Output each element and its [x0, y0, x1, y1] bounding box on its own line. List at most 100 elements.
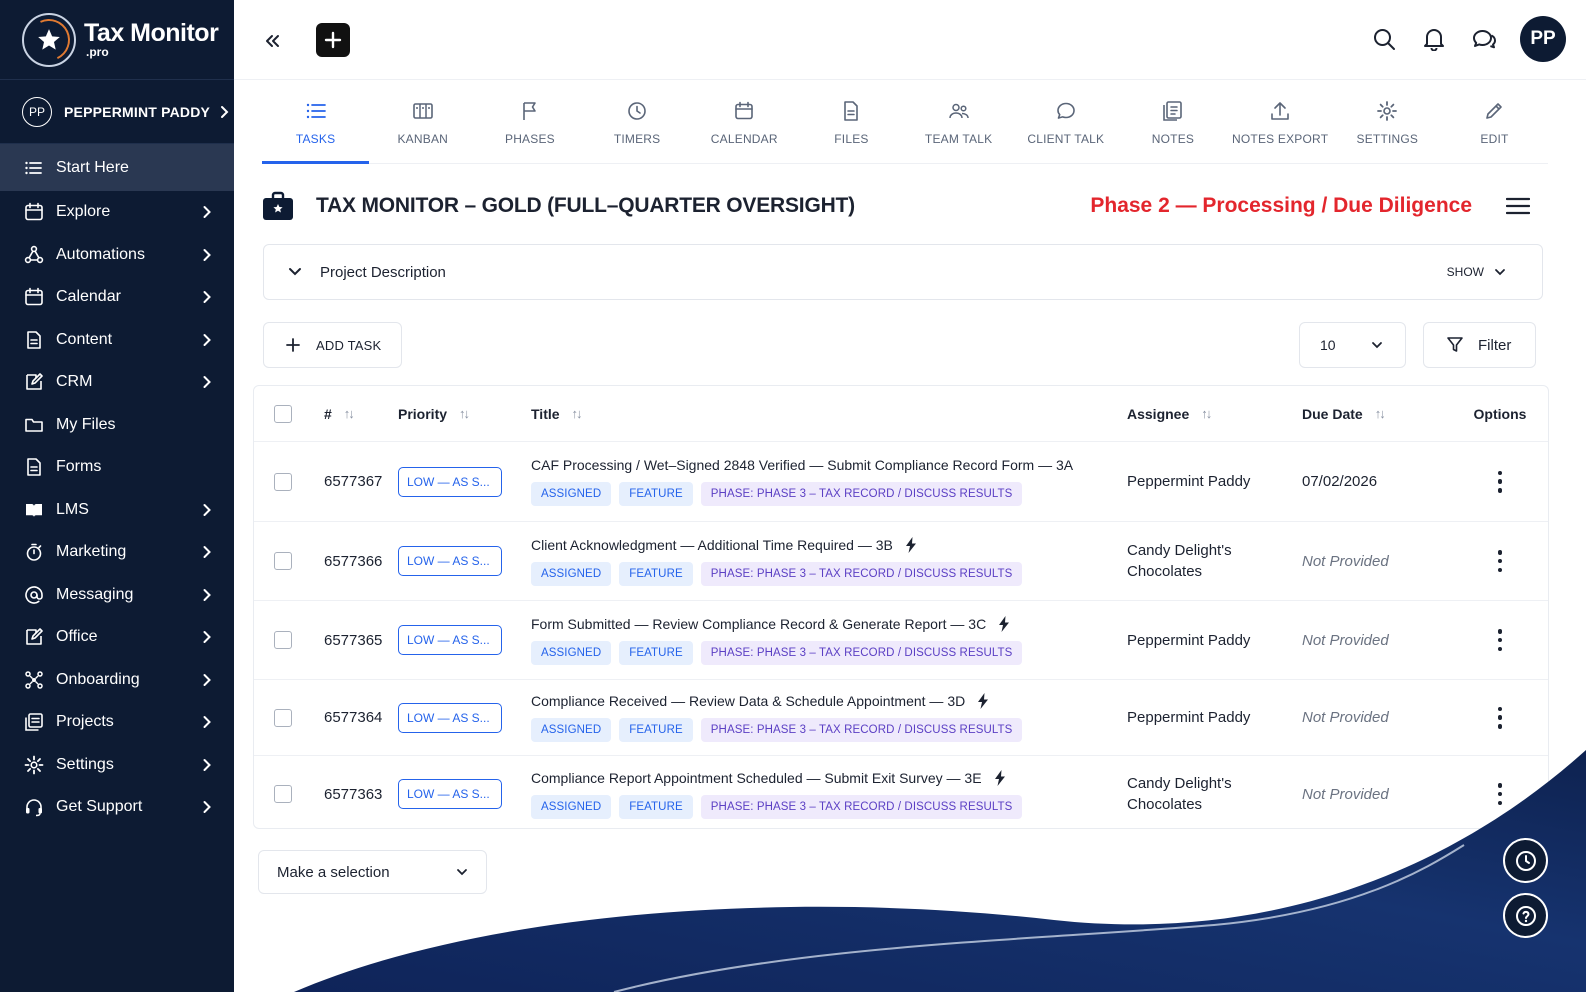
- task-id: 6577364: [324, 709, 383, 726]
- tab-client-talk[interactable]: CLIENT TALK: [1012, 82, 1119, 163]
- tab-timers[interactable]: TIMERS: [584, 82, 691, 163]
- row-checkbox[interactable]: [274, 472, 292, 491]
- task-tag: PHASE: PHASE 3 – TAX RECORD / DISCUSS RE…: [700, 640, 1023, 665]
- page-size-select[interactable]: 10: [1299, 322, 1406, 368]
- collapse-sidebar-button[interactable]: [264, 28, 280, 56]
- task-title[interactable]: Client Acknowledgment — Additional Time …: [531, 537, 893, 553]
- sort-by-number[interactable]: # ↑↓: [310, 406, 398, 422]
- sort-icon: ↑↓: [571, 406, 583, 421]
- tab-calendar[interactable]: CALENDAR: [691, 82, 798, 163]
- sort-by-priority[interactable]: Priority ↑↓: [398, 406, 531, 422]
- sidebar-item-label: Onboarding: [56, 670, 140, 688]
- task-title[interactable]: Compliance Received — Review Data & Sche…: [531, 693, 965, 709]
- task-tag: ASSIGNED: [531, 640, 612, 665]
- sort-by-assignee[interactable]: Assignee ↑↓: [1127, 406, 1302, 422]
- row-checkbox[interactable]: [274, 631, 292, 649]
- lightning-icon: [978, 693, 989, 709]
- filter-button[interactable]: Filter: [1423, 322, 1536, 368]
- sidebar-item-onboarding[interactable]: Onboarding: [0, 659, 234, 702]
- show-toggle[interactable]: SHOW: [1447, 265, 1506, 279]
- notifications-button[interactable]: [1420, 25, 1448, 53]
- create-button[interactable]: [316, 23, 350, 57]
- tab-kanban[interactable]: KANBAN: [369, 82, 476, 163]
- sidebar-item-lms[interactable]: LMS: [0, 489, 234, 532]
- row-options-button[interactable]: [1497, 706, 1503, 729]
- row-checkbox[interactable]: [274, 785, 292, 803]
- tab-phases[interactable]: PHASES: [476, 82, 583, 163]
- row-options-button[interactable]: [1497, 470, 1503, 493]
- edit-icon: [24, 627, 44, 647]
- messages-button[interactable]: [1470, 25, 1498, 53]
- sidebar-item-calendar[interactable]: Calendar: [0, 276, 234, 319]
- tab-edit[interactable]: EDIT: [1441, 82, 1548, 163]
- sidebar-item-content[interactable]: Content: [0, 319, 234, 362]
- sort-by-title[interactable]: Title ↑↓: [531, 406, 1127, 422]
- calendar-icon: [24, 287, 44, 307]
- user-switcher[interactable]: PP PEPPERMINT PADDY: [0, 80, 234, 144]
- sidebar-item-settings[interactable]: Settings: [0, 744, 234, 787]
- task-tag: FEATURE: [619, 718, 693, 742]
- task-assignee: Peppermint Paddy: [1127, 631, 1251, 649]
- profile-avatar[interactable]: PP: [1520, 16, 1566, 62]
- add-task-label: ADD TASK: [316, 337, 382, 353]
- tab-tasks[interactable]: TASKS: [262, 82, 370, 164]
- priority-badge[interactable]: LOW — AS S...: [398, 625, 502, 655]
- timer-float-button[interactable]: [1503, 838, 1548, 883]
- headset-icon: [24, 797, 44, 817]
- menu-icon[interactable]: [1506, 197, 1530, 215]
- add-task-button[interactable]: ADD TASK: [263, 322, 402, 368]
- sort-by-due-date[interactable]: Due Date ↑↓: [1302, 406, 1452, 422]
- sidebar-item-get-support[interactable]: Get Support: [0, 786, 234, 829]
- task-assignee: Candy Delight's Chocolates: [1127, 775, 1232, 813]
- tasks-table: # ↑↓ Priority ↑↓ Title ↑↓ Assignee ↑↓ Due Da…: [253, 385, 1549, 829]
- stopwatch-icon: [24, 542, 44, 562]
- sidebar-item-start-here[interactable]: Start Here: [0, 144, 234, 191]
- sidebar-item-label: Messaging: [56, 585, 134, 603]
- sidebar-item-office[interactable]: Office: [0, 616, 234, 659]
- row-checkbox[interactable]: [274, 552, 292, 570]
- row-options-button[interactable]: [1497, 550, 1503, 572]
- sidebar-item-messaging[interactable]: Messaging: [0, 574, 234, 617]
- book-icon: [24, 500, 44, 520]
- sidebar-item-forms[interactable]: Forms: [0, 446, 234, 489]
- task-title[interactable]: CAF Processing / Wet–Signed 2848 Verifie…: [531, 457, 1073, 473]
- tab-label: KANBAN: [397, 131, 449, 146]
- show-label: SHOW: [1446, 265, 1484, 279]
- tab-files[interactable]: FILES: [798, 82, 905, 163]
- sidebar-item-label: CRM: [56, 373, 93, 391]
- select-all-checkbox[interactable]: [274, 404, 292, 423]
- help-float-button[interactable]: [1503, 893, 1548, 938]
- tab-label: NOTES EXPORT: [1232, 131, 1329, 146]
- sidebar-item-marketing[interactable]: Marketing: [0, 531, 234, 574]
- double-chevron-left-icon: [266, 35, 279, 47]
- project-description-panel[interactable]: Project Description SHOW: [263, 244, 1543, 300]
- list-icon: [24, 158, 44, 178]
- tab-team-talk[interactable]: TEAM TALK: [905, 82, 1012, 163]
- priority-badge[interactable]: LOW — AS S...: [398, 546, 502, 576]
- sidebar-item-my-files[interactable]: My Files: [0, 404, 234, 447]
- sidebar-item-label: LMS: [56, 500, 89, 518]
- sidebar-item-explore[interactable]: Explore: [0, 191, 234, 234]
- sidebar-item-projects[interactable]: Projects: [0, 701, 234, 744]
- sidebar-item-crm[interactable]: CRM: [0, 361, 234, 404]
- chevron-right-icon: [203, 801, 211, 814]
- priority-badge[interactable]: LOW — AS S...: [398, 779, 502, 809]
- tab-notes-export[interactable]: NOTES EXPORT: [1227, 82, 1334, 163]
- sidebar-item-label: Projects: [56, 713, 114, 731]
- sidebar-item-automations[interactable]: Automations: [0, 234, 234, 277]
- search-button[interactable]: [1370, 25, 1398, 53]
- brand[interactable]: Tax Monitor .pro: [0, 0, 234, 80]
- task-due-date: Not Provided: [1302, 709, 1389, 726]
- tab-settings[interactable]: SETTINGS: [1334, 82, 1441, 163]
- priority-badge[interactable]: LOW — AS S...: [398, 702, 502, 733]
- row-checkbox[interactable]: [274, 708, 292, 727]
- row-options-button[interactable]: [1497, 629, 1503, 651]
- bulk-action-select[interactable]: Make a selection: [258, 850, 487, 894]
- briefcase-icon: [263, 191, 293, 220]
- row-options-button[interactable]: [1497, 783, 1503, 805]
- tab-notes[interactable]: NOTES: [1119, 82, 1226, 163]
- project-description-label: Project Description: [320, 263, 446, 281]
- task-title[interactable]: Compliance Report Appointment Scheduled …: [531, 770, 982, 786]
- priority-badge[interactable]: LOW — AS S...: [398, 466, 502, 497]
- task-title[interactable]: Form Submitted — Review Compliance Recor…: [531, 616, 986, 632]
